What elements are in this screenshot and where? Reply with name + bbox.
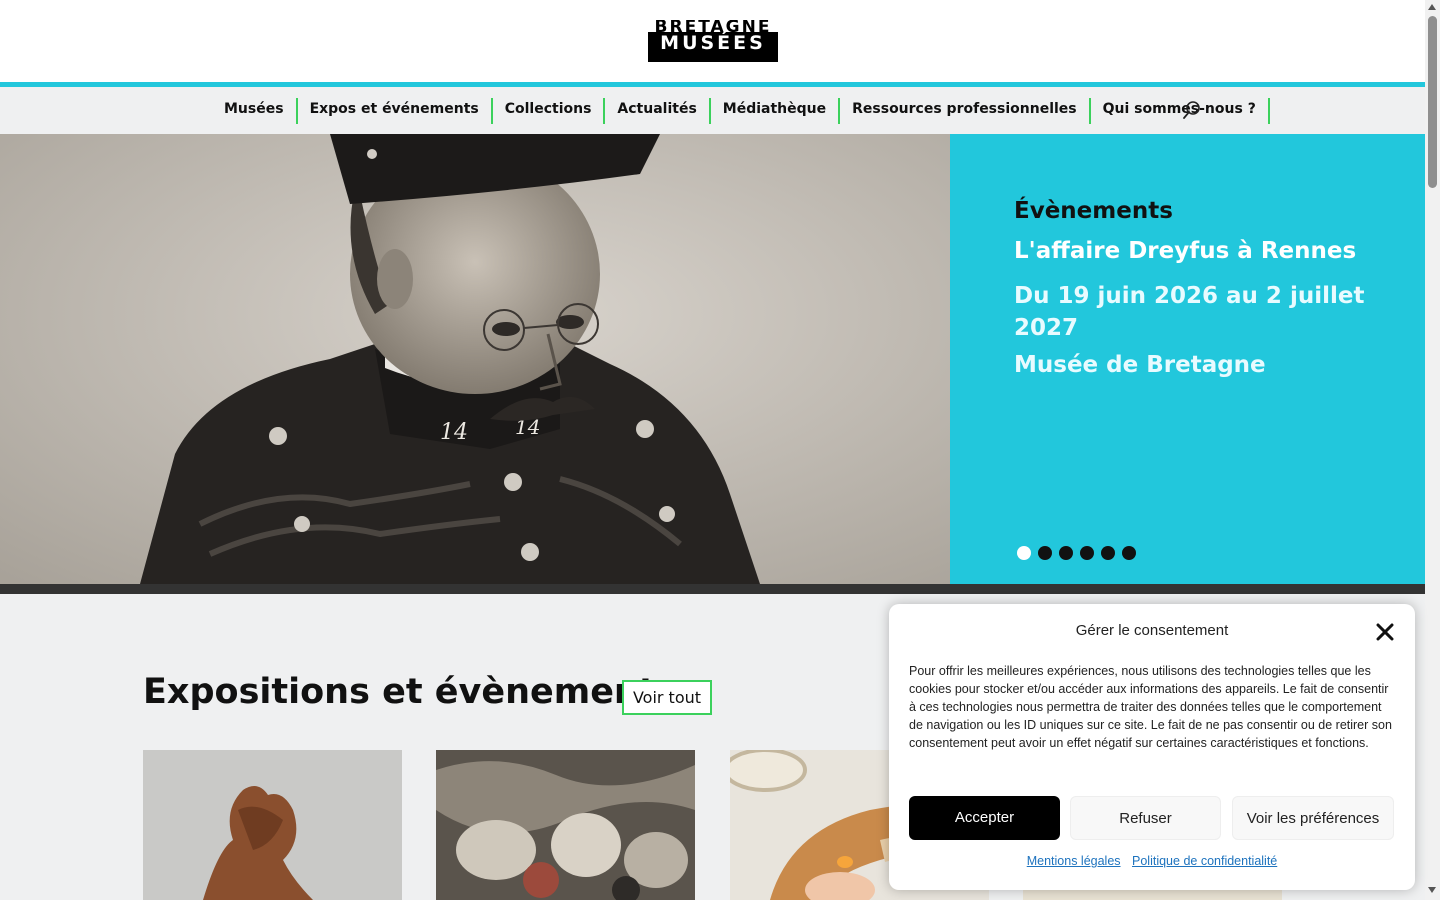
search-icon[interactable] — [1182, 100, 1202, 120]
hero-caption-panel[interactable]: Évènements L'affaire Dreyfus à Rennes Du… — [950, 134, 1425, 584]
consent-body: Pour offrir les meilleures expériences, … — [909, 664, 1392, 750]
site-logo[interactable]: BRETAGNE MUSÉES — [648, 20, 778, 62]
hero-bottom-band — [0, 584, 1425, 594]
slider-dots — [1017, 546, 1136, 560]
nav-item-ressources[interactable]: Ressources professionnelles — [840, 98, 1091, 124]
consent-title: Gérer le consentement — [1075, 622, 1229, 639]
card-image-sculpture — [143, 750, 402, 900]
hero-image[interactable]: 14 14 — [0, 134, 950, 584]
event-card-2[interactable] — [436, 750, 695, 900]
site-header: BRETAGNE MUSÉES — [0, 0, 1425, 82]
consent-links: Mentions légales Politique de confidenti… — [889, 854, 1415, 868]
hero-place: Musée de Bretagne — [1014, 352, 1266, 378]
nav-item-qui-sommes-nous[interactable]: Qui sommes-nous ? — [1091, 98, 1270, 124]
privacy-policy-link[interactable]: Politique de confidentialité — [1132, 854, 1277, 868]
nav-item-musees[interactable]: Musées — [212, 98, 298, 124]
main-nav: Musées Expos et événements Collections A… — [0, 87, 1425, 134]
nav-items: Musées Expos et événements Collections A… — [212, 98, 1270, 124]
slider-dot-5[interactable] — [1101, 546, 1115, 560]
slider-dot-2[interactable] — [1038, 546, 1052, 560]
hero-dates: Du 19 juin 2026 au 2 juillet 2027 — [1014, 283, 1365, 341]
nav-item-mediatheque[interactable]: Médiathèque — [711, 98, 841, 124]
refuse-button[interactable]: Refuser — [1070, 796, 1221, 840]
svg-text:14: 14 — [440, 420, 468, 445]
card-image-painting — [436, 750, 695, 900]
nav-item-expos[interactable]: Expos et événements — [298, 98, 493, 124]
event-card-1[interactable] — [143, 750, 402, 900]
cookie-consent-dialog: Gérer le consentement Pour offrir les me… — [889, 604, 1415, 890]
nav-item-collections[interactable]: Collections — [493, 98, 606, 124]
page-scrollbar[interactable] — [1425, 0, 1440, 900]
dreyfus-portrait: 14 14 — [0, 134, 950, 584]
hero-category: Évènements — [1014, 198, 1173, 224]
scroll-up-icon[interactable] — [1428, 4, 1436, 10]
nav-item-actualites[interactable]: Actualités — [605, 98, 711, 124]
slider-dot-6[interactable] — [1122, 546, 1136, 560]
logo-line2: MUSÉES — [660, 32, 766, 54]
hero-title[interactable]: L'affaire Dreyfus à Rennes — [1014, 238, 1394, 264]
legal-notice-link[interactable]: Mentions légales — [1027, 854, 1121, 868]
see-all-button[interactable]: Voir tout — [622, 680, 712, 715]
slider-dot-3[interactable] — [1059, 546, 1073, 560]
scroll-down-icon[interactable] — [1428, 887, 1436, 893]
scrollbar-thumb[interactable] — [1428, 16, 1437, 188]
slider-dot-1[interactable] — [1017, 546, 1031, 560]
close-icon[interactable] — [1374, 621, 1396, 643]
section-title: Expositions et évènements — [143, 672, 677, 712]
slider-dot-4[interactable] — [1080, 546, 1094, 560]
preferences-button[interactable]: Voir les préférences — [1232, 796, 1394, 840]
accept-button[interactable]: Accepter — [909, 796, 1060, 840]
